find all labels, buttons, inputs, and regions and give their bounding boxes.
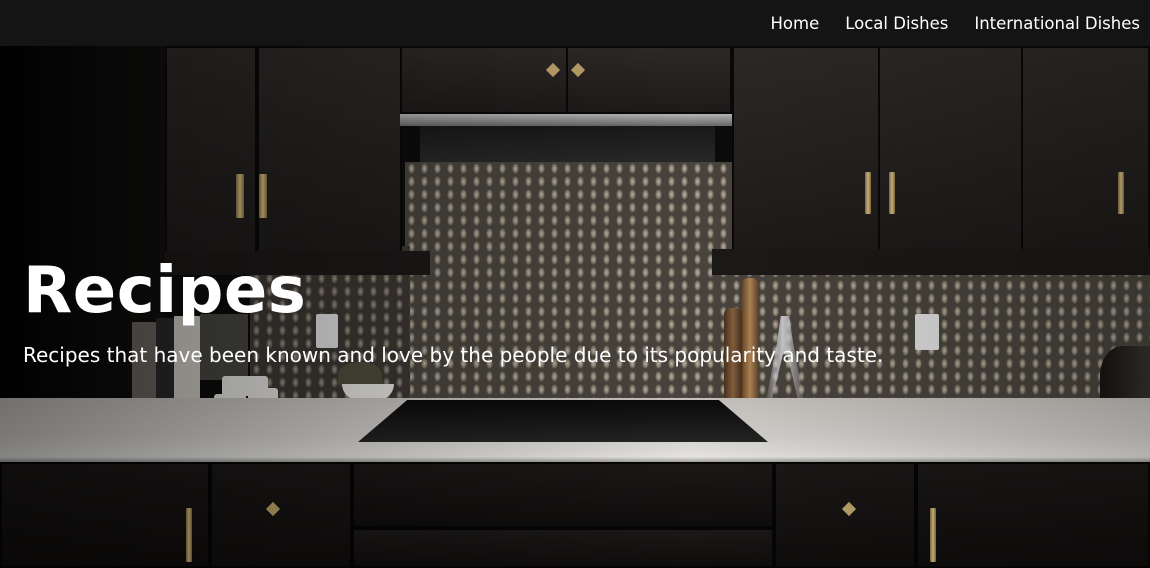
nav-link-home[interactable]: Home — [771, 14, 820, 33]
nav-link-local-dishes[interactable]: Local Dishes — [845, 14, 948, 33]
page-title: Recipes — [23, 254, 307, 328]
hero-subtitle: Recipes that have been known and love by… — [23, 343, 884, 367]
nav-link-international-dishes[interactable]: International Dishes — [974, 14, 1140, 33]
top-navbar: Home Local Dishes International Dishes — [0, 0, 1150, 46]
